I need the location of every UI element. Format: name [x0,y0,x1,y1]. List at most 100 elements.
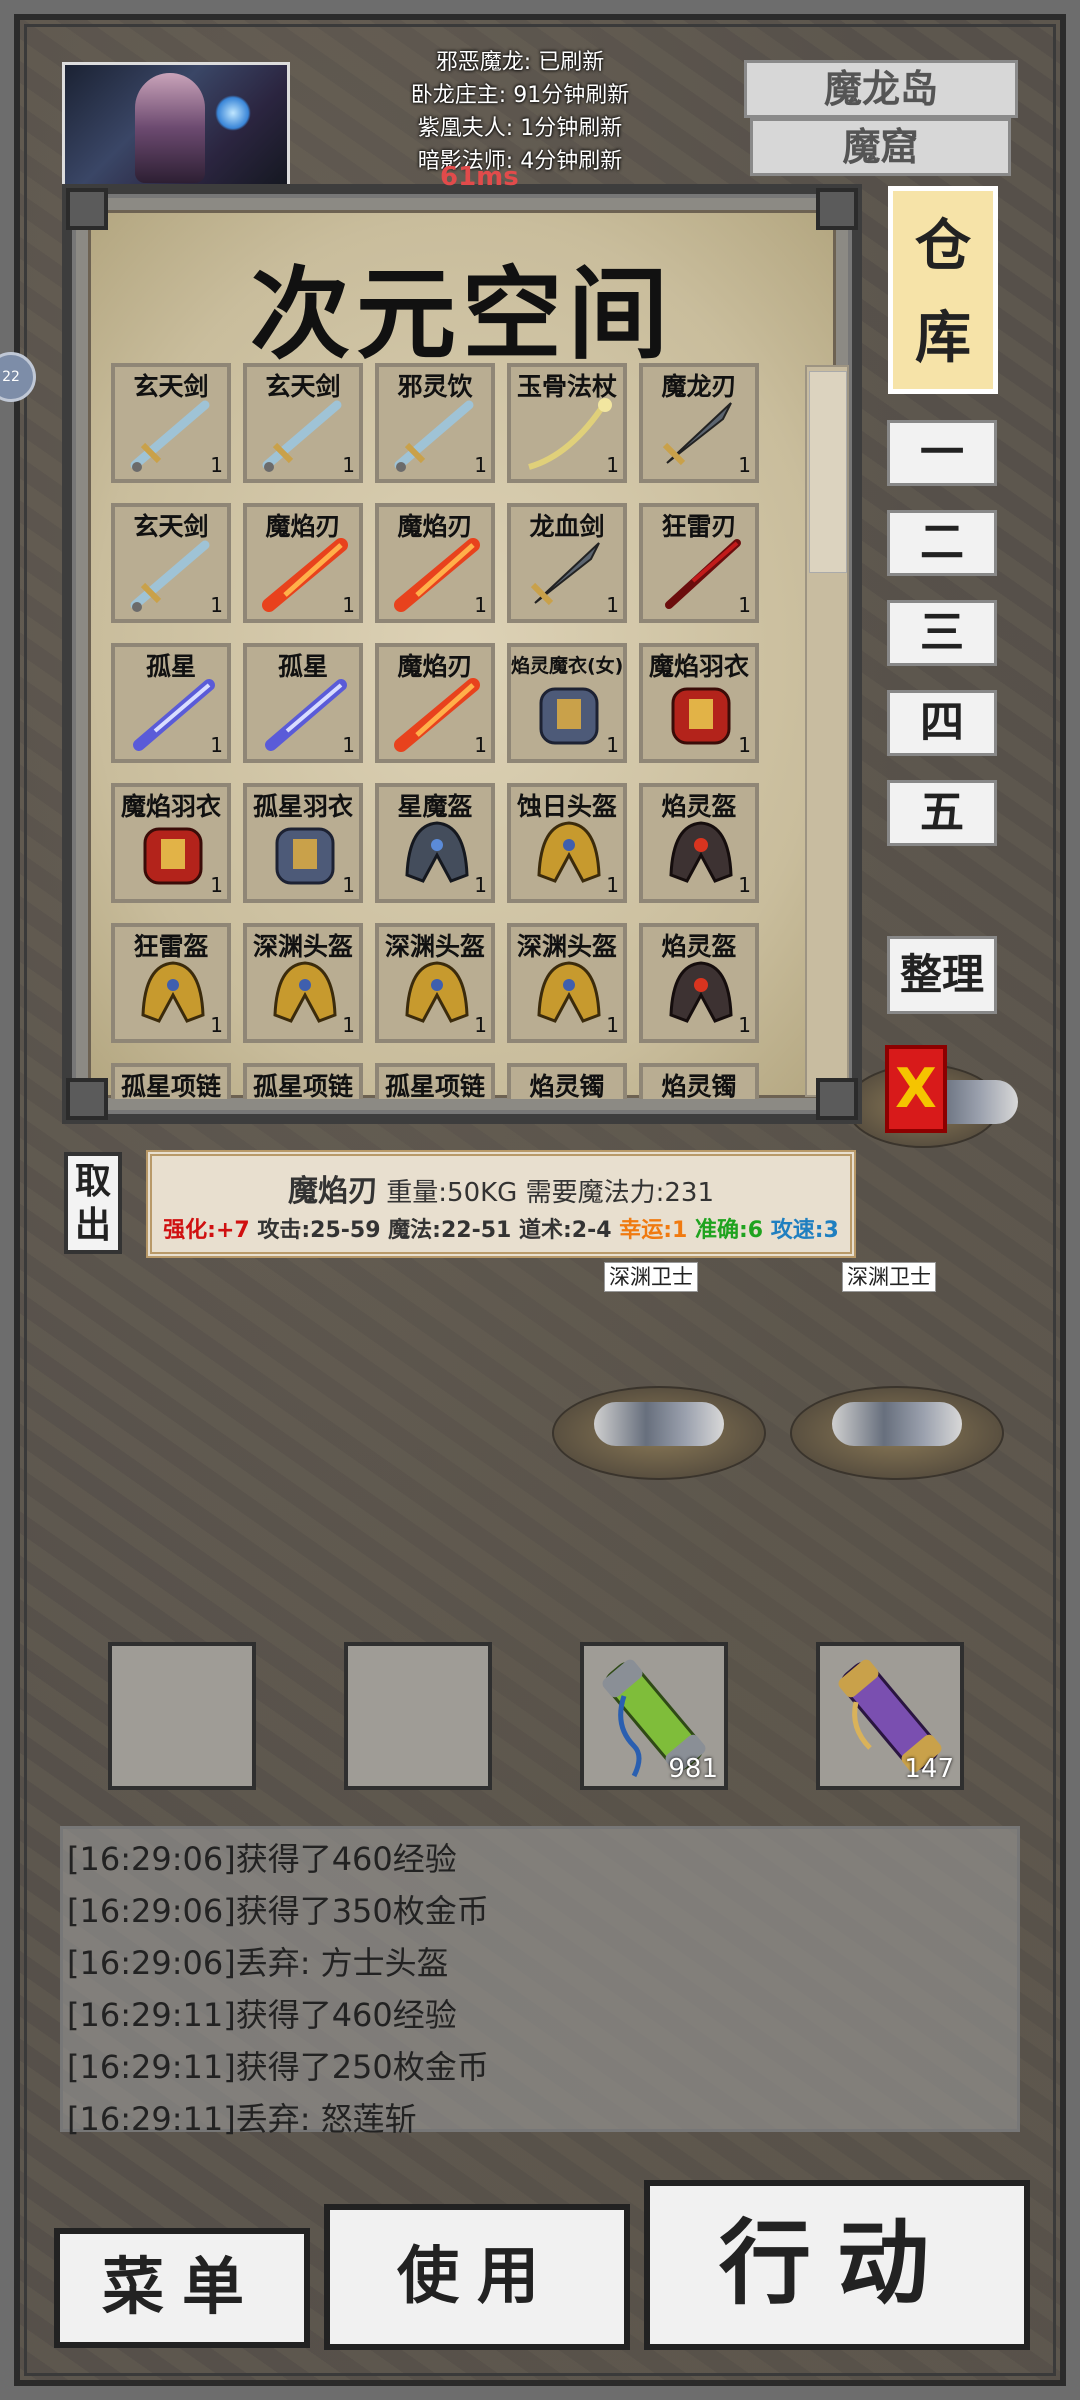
quick-slot-1[interactable] [108,1642,256,1790]
item-count: 1 [474,1013,487,1037]
warehouse-slot[interactable]: 孤星 1 [111,643,231,763]
warehouse-slot[interactable]: 焰灵盔 1 [639,783,759,903]
item-grid: 玄天剑 1 玄天剑 1 邪灵饮 1 玉骨法杖 1 魔龙刃 1 玄天剑 1 魔焰刃 1 魔焰刃 1 龙血剑 1 狂雷刃… [111,363,791,1099]
warehouse-slot[interactable]: 孤星羽衣 1 [243,783,363,903]
item-name: 孤星 [277,652,328,681]
fire-icon [394,538,480,612]
blade-icon [530,542,600,606]
warehouse-slot[interactable]: 孤星项链 [243,1063,363,1099]
warehouse-slot[interactable]: 焰灵盔 1 [639,923,759,1043]
player-portrait[interactable] [62,62,290,188]
item-name: 狂雷刃 [661,512,737,541]
warehouse-slot[interactable]: 魔焰刃 1 [243,503,363,623]
use-button[interactable]: 使用 [324,2204,630,2350]
item-count: 1 [342,1013,355,1037]
fire-icon [262,538,348,612]
log-line: [16:29:11]获得了250枚金币 [67,2048,489,2086]
quick-slot-2[interactable] [344,1642,492,1790]
item-count: 1 [738,593,751,617]
warehouse-slot[interactable]: 狂雷盔 1 [111,923,231,1043]
tooltip-stat: 强化:+7 [163,1218,258,1243]
scrollbar-thumb[interactable] [809,371,847,573]
item-name: 魔焰刃 [397,652,473,681]
warehouse-slot[interactable]: 孤星 1 [243,643,363,763]
item-count: 1 [210,733,223,757]
boss-respawn-list: 邪恶魔龙: 已刷新 卧龙庄主: 91分钟刷新 紫凰夫人: 1分钟刷新 暗影法师:… [380,46,660,178]
item-name: 蚀日头盔 [516,792,617,821]
item-name: 狂雷盔 [133,932,209,961]
warehouse-slot[interactable]: 孤星项链 [375,1063,495,1099]
item-name: 玄天剑 [133,372,209,401]
log-line: [16:29:11]获得了460经验 [67,1996,457,2034]
warehouse-slot[interactable]: 魔龙刃 1 [639,363,759,483]
warehouse-slot[interactable]: 玄天剑 1 [111,363,231,483]
menu-button[interactable]: 菜单 [54,2228,310,2348]
page-button-3[interactable]: 三 [887,600,997,666]
item-name: 玄天剑 [265,372,341,401]
item-name: 龙血剑 [529,512,605,541]
monster-corpse[interactable] [552,1386,766,1480]
message-log[interactable]: [16:29:06]获得了460经验 [16:29:06]获得了350枚金币 [… [60,1826,1020,2138]
warehouse-slot[interactable]: 星魔盔 1 [375,783,495,903]
warehouse-slot[interactable]: 玉骨法杖 1 [507,363,627,483]
warehouse-title: 次元空间 [250,255,674,373]
warehouse-slot[interactable]: 焰灵镯 [639,1063,759,1099]
monster-corpse[interactable] [790,1386,1004,1480]
location-main[interactable]: 魔龙岛 [744,60,1018,118]
warehouse-slot[interactable]: 魔焰羽衣 1 [639,643,759,763]
ping-indicator: 61ms [440,162,519,192]
warehouse-panel-body: 次元空间 玄天剑 1 玄天剑 1 邪灵饮 1 玉骨法杖 1 魔龙刃 1 玄天剑 1 魔焰刃 1 魔焰刃 1 龙血… [88,210,849,1099]
blade-icon [662,402,732,466]
warehouse-slot[interactable]: 深渊头盔 1 [507,923,627,1043]
grid-scrollbar[interactable] [805,365,849,1097]
warehouse-tab[interactable]: 仓库 [888,186,998,394]
quick-slot-4[interactable]: 147 [816,1642,964,1790]
item-tooltip: 魔焰刃 重量:50KG 需要魔法力:231 强化:+7 攻击:25-59 魔法:… [146,1150,856,1258]
item-name: 魔焰刃 [397,512,473,541]
sword-icon [262,400,342,472]
warehouse-slot[interactable]: 孤星项链 [111,1063,231,1099]
item-count: 1 [474,593,487,617]
warehouse-tab-label: 仓库 [915,214,971,371]
location-sub[interactable]: 魔窟 [750,118,1011,176]
page-button-1[interactable]: 一 [887,420,997,486]
item-name: 邪灵饮 [397,372,473,401]
take-out-label: 取出 [74,1161,111,1246]
page-button-4[interactable]: 四 [887,690,997,756]
helm-icon [405,821,469,883]
item-count: 1 [342,453,355,477]
page-button-2[interactable]: 二 [887,510,997,576]
warehouse-slot[interactable]: 魔焰刃 1 [375,503,495,623]
action-button[interactable]: 行动 [644,2180,1030,2350]
warehouse-slot[interactable]: 狂雷刃 1 [639,503,759,623]
warehouse-slot[interactable]: 魔焰刃 1 [375,643,495,763]
close-button[interactable]: X [885,1045,947,1133]
warehouse-slot[interactable]: 龙血剑 1 [507,503,627,623]
item-count: 1 [738,873,751,897]
take-out-button[interactable]: 取出 [64,1152,122,1254]
quick-slot-3[interactable]: 981 [580,1642,728,1790]
warehouse-slot[interactable]: 深渊头盔 1 [375,923,495,1043]
warehouse-slot[interactable]: 邪灵饮 1 [375,363,495,483]
warehouse-slot[interactable]: 焰灵镯 [507,1063,627,1099]
page-button-5[interactable]: 五 [887,780,997,846]
helmgold-icon [141,961,205,1023]
helmred-icon [669,821,733,883]
warehouse-slot[interactable]: 蚀日头盔 1 [507,783,627,903]
warehouse-slot[interactable]: 焰灵魔衣(女) 1 [507,643,627,763]
item-count: 1 [210,1013,223,1037]
warehouse-slot[interactable]: 玄天剑 1 [243,363,363,483]
sort-button[interactable]: 整理 [887,936,997,1014]
item-count: 1 [210,453,223,477]
item-count: 1 [738,733,751,757]
item-count: 1 [738,1013,751,1037]
item-name: 深渊头盔 [252,932,353,961]
warehouse-slot[interactable]: 玄天剑 1 [111,503,231,623]
armor-icon [275,827,335,885]
helmgold-icon [537,821,601,883]
item-name: 深渊头盔 [384,932,485,961]
tooltip-stat: 幸运:1 [619,1218,695,1243]
warehouse-slot[interactable]: 深渊头盔 1 [243,923,363,1043]
item-count: 1 [606,593,619,617]
warehouse-slot[interactable]: 魔焰羽衣 1 [111,783,231,903]
